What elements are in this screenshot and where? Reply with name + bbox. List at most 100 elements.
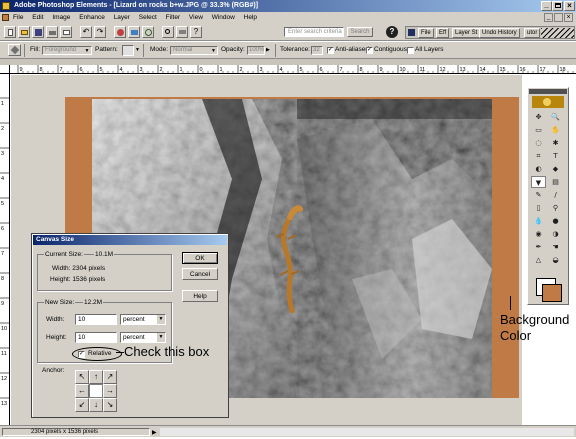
lasso-tool-icon[interactable]: ◌ bbox=[531, 137, 546, 149]
anchor-center[interactable] bbox=[89, 384, 103, 398]
menu-filter[interactable]: Filter bbox=[166, 14, 180, 21]
app-icon bbox=[2, 2, 10, 10]
search-input[interactable]: Enter search criteria bbox=[284, 27, 344, 37]
menu-select[interactable]: Select bbox=[139, 14, 157, 21]
anchor-left[interactable]: ← bbox=[75, 384, 89, 398]
selection-brush-tool-icon[interactable]: ◐ bbox=[531, 163, 546, 175]
menu-view[interactable]: View bbox=[189, 14, 203, 21]
hand-tool-icon[interactable]: ✋ bbox=[548, 124, 563, 136]
dodge-tool-icon[interactable]: ◑ bbox=[548, 228, 563, 240]
zoom-tool-icon[interactable]: 🔍 bbox=[548, 111, 563, 123]
ruler-label: 8 bbox=[1, 276, 4, 282]
zoom-icon[interactable] bbox=[162, 26, 174, 38]
menu-layer[interactable]: Layer bbox=[114, 14, 130, 21]
horizontal-scrollbar[interactable] bbox=[160, 428, 574, 436]
menu-window[interactable]: Window bbox=[212, 14, 235, 21]
print-icon[interactable] bbox=[46, 26, 58, 38]
paint-bucket-tool-icon[interactable] bbox=[8, 44, 21, 56]
current-height-text: Height: 1536 pixels bbox=[50, 276, 106, 283]
tolerance-input[interactable]: 32 bbox=[311, 46, 323, 55]
help-button[interactable]: Help bbox=[182, 290, 218, 302]
custom-shape-tool-icon[interactable]: ◆ bbox=[548, 163, 563, 175]
fill-select[interactable]: Foreground ▼ bbox=[42, 46, 92, 55]
burn-tool-icon[interactable]: ◒ bbox=[548, 254, 563, 266]
paint-bucket-tool-icon[interactable]: ▼ bbox=[531, 176, 546, 188]
opacity-input[interactable]: 100% bbox=[247, 46, 265, 55]
menu-image[interactable]: Image bbox=[52, 14, 70, 21]
menu-file[interactable]: File bbox=[13, 14, 23, 21]
all-layers-checkbox[interactable] bbox=[407, 47, 414, 54]
minimize-button[interactable]: _ bbox=[541, 1, 552, 11]
view-icon[interactable] bbox=[176, 26, 188, 38]
anchor-bottom-left[interactable]: ↙ bbox=[75, 398, 89, 412]
chevron-down-icon[interactable]: ▼ bbox=[135, 47, 140, 53]
anchor-bottom-right[interactable]: ↘ bbox=[103, 398, 117, 412]
search-button[interactable]: Search bbox=[347, 27, 373, 37]
menu-edit[interactable]: Edit bbox=[32, 14, 43, 21]
blur-tool-icon[interactable]: 💧 bbox=[531, 215, 546, 227]
doc-minimize-button[interactable]: _ bbox=[544, 13, 553, 22]
type-tool-icon[interactable]: T bbox=[548, 150, 563, 162]
width-input[interactable]: 10 bbox=[75, 314, 117, 325]
smudge-tool-icon[interactable]: ☚ bbox=[548, 241, 563, 253]
redo-icon[interactable]: ↷ bbox=[94, 26, 106, 38]
cancel-button[interactable]: Cancel bbox=[182, 268, 218, 280]
red-eye-tool-icon[interactable]: ◉ bbox=[531, 228, 546, 240]
open-folder-icon[interactable] bbox=[18, 26, 30, 38]
undo-icon[interactable]: ↶ bbox=[80, 26, 92, 38]
palette-tab-effects[interactable]: Eff bbox=[436, 28, 450, 38]
close-button[interactable]: × bbox=[564, 1, 575, 11]
eyedropper-tool-icon[interactable]: ✒ bbox=[531, 241, 546, 253]
anchor-bottom[interactable]: ↓ bbox=[89, 398, 103, 412]
brush-tool-icon[interactable]: ✎ bbox=[531, 189, 546, 201]
save-icon[interactable] bbox=[32, 26, 44, 38]
background-color-swatch[interactable] bbox=[542, 284, 562, 302]
anti-aliased-checkbox[interactable]: ✓ bbox=[327, 47, 334, 54]
clone-stamp-tool-icon[interactable]: ⚲ bbox=[548, 202, 563, 214]
anchor-top[interactable]: ↑ bbox=[89, 370, 103, 384]
web-icon[interactable] bbox=[142, 26, 154, 38]
anchor-top-right[interactable]: ↗ bbox=[103, 370, 117, 384]
sharpen-tool-icon[interactable]: △ bbox=[531, 254, 546, 266]
sponge-tool-icon[interactable]: ● bbox=[548, 215, 563, 227]
height-unit-select[interactable]: percent ▼ bbox=[120, 332, 166, 343]
contiguous-checkbox[interactable]: ✓ bbox=[366, 47, 373, 54]
email-icon[interactable] bbox=[60, 26, 72, 38]
anchor-top-left[interactable]: ↖ bbox=[75, 370, 89, 384]
help-circle-icon[interactable]: ? bbox=[386, 26, 398, 38]
status-arrow-icon[interactable]: ▶ bbox=[152, 428, 157, 439]
doc-restore-button[interactable] bbox=[554, 13, 563, 22]
menu-enhance[interactable]: Enhance bbox=[79, 14, 105, 21]
pencil-tool-icon[interactable]: / bbox=[548, 189, 563, 201]
ok-button[interactable]: OK bbox=[182, 252, 218, 264]
doc-close-button[interactable]: × bbox=[564, 13, 573, 22]
palette-tab-layer-styles[interactable]: Layer St bbox=[452, 28, 481, 38]
quick-fix-icon[interactable] bbox=[114, 26, 126, 38]
maximize-button[interactable] bbox=[552, 1, 563, 11]
anchor-right[interactable]: → bbox=[103, 384, 117, 398]
title-bar[interactable]: Adobe Photoshop Elements - [Lizard on ro… bbox=[0, 0, 576, 12]
photomerge-icon[interactable] bbox=[128, 26, 140, 38]
height-input[interactable]: 10 bbox=[75, 332, 117, 343]
doc-icon bbox=[2, 14, 9, 21]
relative-checkbox[interactable]: ✓ bbox=[78, 351, 85, 358]
palette-tab-navigator[interactable]: utor bbox=[524, 28, 541, 38]
mode-select[interactable]: Normal ▼ bbox=[170, 46, 218, 55]
toolbox: ✥ 🔍 ▭ ✋ ◌ ✱ ⌗ T ◐ ◆ ▼ ▤ ✎ / ▯ ⚲ 💧 ● ◉ ◑ ✒ ☚ △ ◒ bbox=[527, 87, 569, 305]
menu-help[interactable]: Help bbox=[244, 14, 257, 21]
ruler-label: 8 bbox=[360, 67, 363, 73]
marquee-tool-icon[interactable]: ▭ bbox=[531, 124, 546, 136]
palette-tab-file[interactable]: File bbox=[418, 28, 434, 38]
new-file-icon[interactable] bbox=[4, 26, 16, 38]
chevron-right-icon[interactable]: ▶ bbox=[266, 47, 270, 53]
eraser-tool-icon[interactable]: ▯ bbox=[531, 202, 546, 214]
help-icon[interactable]: ? bbox=[190, 26, 202, 38]
width-unit-select[interactable]: percent ▼ bbox=[120, 314, 166, 325]
magic-wand-tool-icon[interactable]: ✱ bbox=[548, 137, 563, 149]
move-tool-icon[interactable]: ✥ bbox=[531, 111, 546, 123]
gradient-tool-icon[interactable]: ▤ bbox=[548, 176, 563, 188]
annotation-background: Background bbox=[500, 312, 570, 327]
pattern-picker[interactable] bbox=[122, 45, 134, 56]
palette-tab-undo-history[interactable]: Undo History bbox=[479, 28, 520, 38]
crop-tool-icon[interactable]: ⌗ bbox=[531, 150, 546, 162]
